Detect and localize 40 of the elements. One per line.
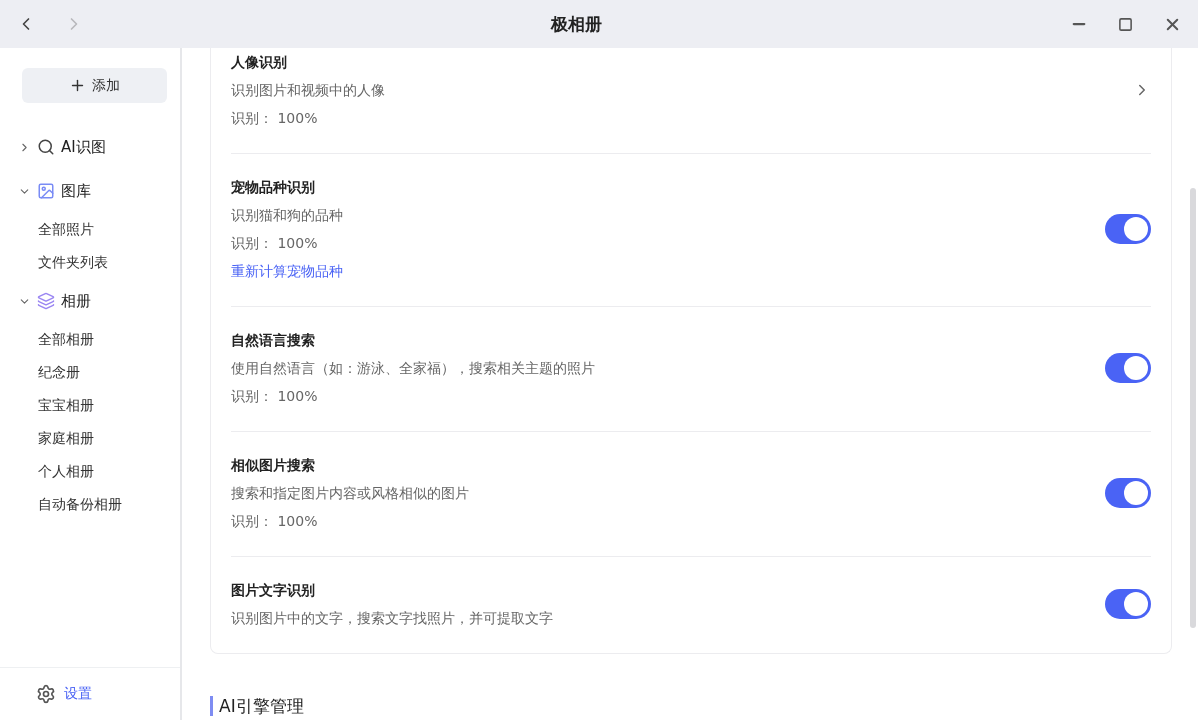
sidebar-group[interactable]: AI识图 bbox=[61, 137, 106, 157]
sidebar-item[interactable]: 纪念册 bbox=[22, 356, 168, 389]
sidebar-item[interactable]: 全部相册 bbox=[22, 323, 168, 356]
feature-description: 搜索和指定图片内容或风格相似的图片 bbox=[231, 484, 470, 503]
settings-icon[interactable] bbox=[36, 684, 56, 704]
toggle-switch[interactable] bbox=[1105, 214, 1151, 244]
recognition-status: 识别： 100% bbox=[231, 387, 319, 406]
feature-description: 识别猫和狗的品种 bbox=[231, 206, 344, 225]
section-heading: AI引擎管理 bbox=[210, 696, 304, 716]
sidebar-group[interactable]: 图库 bbox=[61, 181, 91, 201]
feature-description: 识别图片中的文字，搜索文字找照片，并可提取文字 bbox=[231, 609, 554, 628]
plus-icon bbox=[69, 77, 86, 94]
sidebar-item[interactable]: 个人相册 bbox=[22, 455, 168, 488]
feature-description: 使用自然语言（如：游泳、全家福），搜索相关主题的照片 bbox=[231, 359, 596, 378]
sidebar-group[interactable]: 相册 bbox=[61, 291, 91, 311]
feature-title: 相似图片搜索 bbox=[231, 456, 316, 475]
window-title: 极相册 bbox=[549, 12, 603, 36]
recognition-status: 识别： 100% bbox=[231, 234, 319, 253]
recognition-status: 识别： 100% bbox=[231, 512, 319, 531]
search-icon bbox=[37, 138, 55, 156]
sidebar-item[interactable]: 家庭相册 bbox=[22, 422, 168, 455]
toggle-switch[interactable] bbox=[1105, 478, 1151, 508]
feature-title: 人像识别 bbox=[231, 53, 288, 72]
feature-title: 自然语言搜索 bbox=[231, 331, 316, 350]
recalculate-link[interactable]: 重新计算宠物品种 bbox=[231, 257, 343, 285]
maximize-icon[interactable] bbox=[1118, 16, 1133, 32]
recognition-status: 识别： 100% bbox=[231, 109, 319, 128]
sidebar-item[interactable]: 全部照片 bbox=[22, 213, 168, 246]
feature-title: 宠物品种识别 bbox=[231, 178, 316, 197]
toggle-switch[interactable] bbox=[1105, 589, 1151, 619]
toggle-switch[interactable] bbox=[1105, 353, 1151, 383]
stack-icon bbox=[37, 292, 55, 310]
feature-description: 识别图片和视频中的人像 bbox=[231, 81, 386, 100]
add-button[interactable]: 添加 bbox=[22, 68, 167, 103]
sidebar-item[interactable]: 宝宝相册 bbox=[22, 389, 168, 422]
feature-title: 图片文字识别 bbox=[231, 581, 316, 600]
sidebar-item[interactable]: 自动备份相册 bbox=[22, 488, 168, 521]
sidebar-item[interactable]: 文件夹列表 bbox=[22, 246, 168, 279]
settings-link[interactable]: 设置 bbox=[64, 685, 92, 703]
picture-icon bbox=[37, 182, 55, 200]
